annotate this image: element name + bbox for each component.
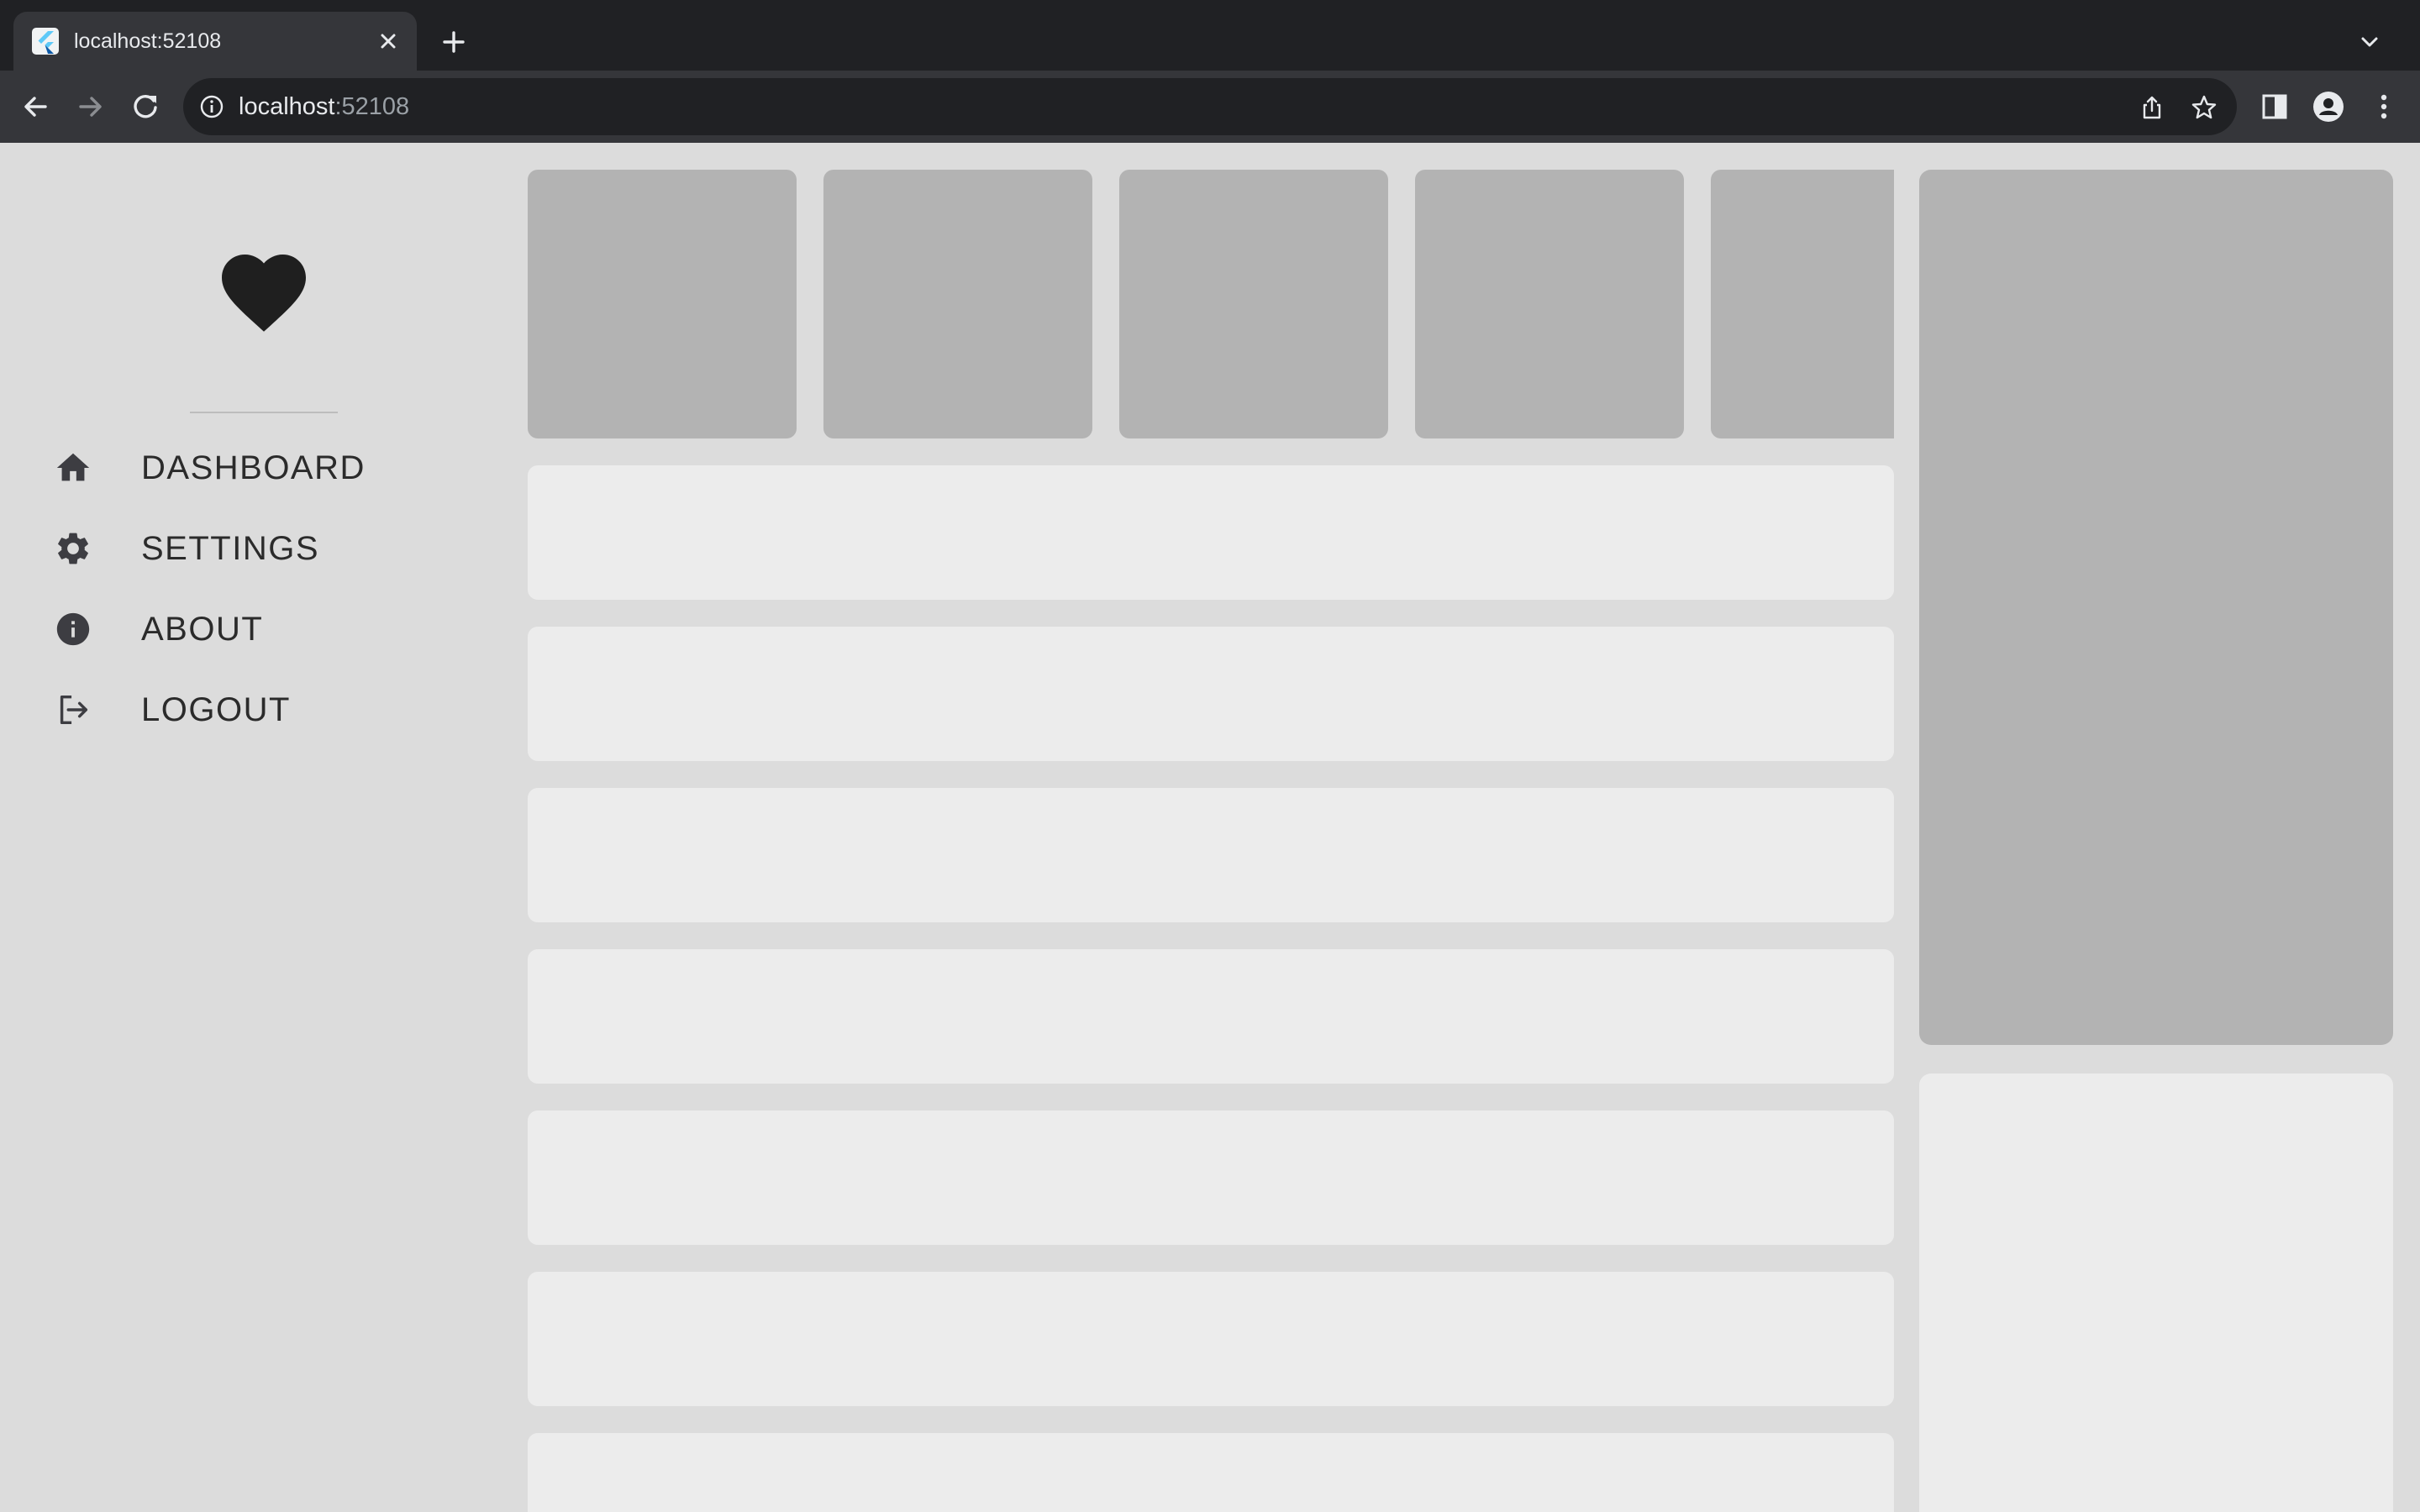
summary-card-placeholder bbox=[1711, 170, 1894, 438]
sidebar-item-dashboard[interactable]: DASHBOARD bbox=[0, 428, 471, 506]
list-item-placeholder bbox=[528, 949, 1894, 1084]
sidebar-item-label: LOGOUT bbox=[141, 691, 291, 728]
summary-card-placeholder bbox=[823, 170, 1092, 438]
sidebar-item-label: SETTINGS bbox=[141, 530, 320, 567]
sidebar-divider bbox=[190, 412, 338, 413]
summary-card-placeholder bbox=[528, 170, 797, 438]
list-item-placeholder bbox=[528, 788, 1894, 922]
tab-title: localhost:52108 bbox=[74, 29, 222, 53]
gear-icon bbox=[54, 529, 92, 568]
sidebar-item-label: DASHBOARD bbox=[141, 449, 366, 486]
plus-icon[interactable] bbox=[440, 29, 467, 55]
sidebar-item-logout[interactable]: LOGOUT bbox=[0, 670, 471, 748]
list-item-placeholder bbox=[528, 465, 1894, 600]
url-port: :52108 bbox=[334, 93, 410, 120]
profile-icon[interactable] bbox=[2309, 87, 2348, 126]
share-icon[interactable] bbox=[2138, 93, 2166, 122]
app-viewport: DASHBOARD SETTINGS ABOUT LOGOUT bbox=[0, 143, 2420, 1512]
heart-icon bbox=[213, 242, 314, 334]
address-url[interactable]: localhost:52108 bbox=[239, 92, 409, 122]
info-icon bbox=[54, 610, 92, 648]
list-item-placeholder bbox=[528, 1110, 1894, 1245]
browser-chrome: localhost:52108 localhost:52108 bbox=[0, 0, 2420, 143]
url-host: localhost bbox=[239, 93, 335, 120]
sidebar-item-label: ABOUT bbox=[141, 611, 264, 648]
chevron-down-icon[interactable] bbox=[2356, 30, 2383, 54]
flutter-favicon-icon bbox=[32, 28, 59, 55]
star-icon[interactable] bbox=[2190, 93, 2218, 122]
sidebar: DASHBOARD SETTINGS ABOUT LOGOUT bbox=[0, 143, 521, 1512]
side-panel-placeholder-light bbox=[1919, 1074, 2393, 1512]
list-item-placeholder bbox=[528, 1272, 1894, 1406]
tab-strip: localhost:52108 bbox=[0, 0, 2420, 71]
side-panel-icon[interactable] bbox=[2255, 87, 2294, 126]
address-bar[interactable]: localhost:52108 bbox=[183, 78, 2237, 135]
kebab-menu-icon[interactable] bbox=[2365, 87, 2403, 126]
browser-tab[interactable]: localhost:52108 bbox=[13, 12, 417, 71]
arrow-left-icon[interactable] bbox=[17, 87, 55, 126]
home-icon bbox=[54, 449, 92, 487]
sidebar-item-about[interactable]: ABOUT bbox=[0, 590, 471, 667]
sidebar-item-settings[interactable]: SETTINGS bbox=[0, 509, 471, 586]
summary-card-placeholder bbox=[1415, 170, 1684, 438]
list-item-placeholder bbox=[528, 627, 1894, 761]
reload-icon[interactable] bbox=[126, 87, 165, 126]
side-panel-placeholder bbox=[1919, 170, 2393, 1045]
info-icon[interactable] bbox=[198, 93, 225, 120]
summary-card-placeholder bbox=[1119, 170, 1388, 438]
browser-toolbar: localhost:52108 bbox=[0, 71, 2420, 143]
list-item-placeholder bbox=[528, 1433, 1894, 1512]
logout-icon bbox=[54, 690, 92, 729]
arrow-right-icon[interactable] bbox=[71, 87, 109, 126]
close-icon[interactable] bbox=[376, 29, 400, 53]
